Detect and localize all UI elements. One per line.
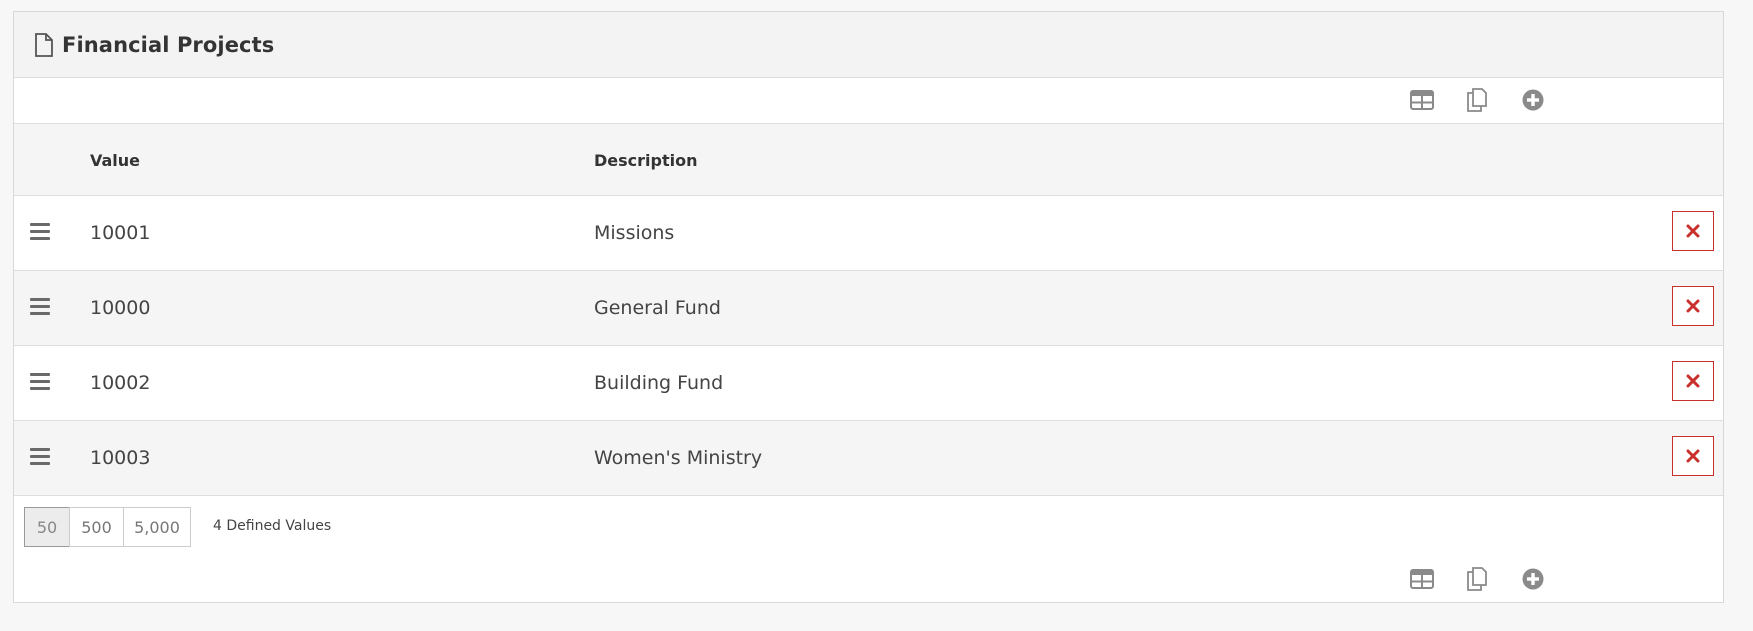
column-header-value: Value bbox=[90, 151, 141, 170]
close-icon bbox=[1686, 224, 1700, 238]
page-size-50[interactable]: 50 bbox=[24, 507, 70, 547]
table-row: 10002 Building Fund bbox=[14, 346, 1723, 421]
value-cell: 10002 bbox=[90, 372, 151, 394]
delete-button[interactable] bbox=[1672, 361, 1714, 401]
delete-button[interactable] bbox=[1672, 286, 1714, 326]
add-circle-icon[interactable] bbox=[1520, 87, 1546, 113]
document-icon bbox=[34, 32, 54, 57]
value-cell: 10000 bbox=[90, 297, 151, 319]
table-row: 10003 Women's Ministry bbox=[14, 421, 1723, 496]
drag-handle-icon[interactable] bbox=[30, 448, 50, 466]
close-icon bbox=[1686, 299, 1700, 313]
description-cell: Missions bbox=[594, 222, 675, 244]
description-cell: General Fund bbox=[594, 297, 721, 319]
grid-export-icon[interactable] bbox=[1409, 87, 1435, 113]
description-cell: Women's Ministry bbox=[594, 447, 763, 469]
defined-values-panel: Financial Projects Value Description 100… bbox=[13, 11, 1724, 603]
table-row: 10001 Missions bbox=[14, 196, 1723, 271]
close-icon bbox=[1686, 374, 1700, 388]
value-cell: 10001 bbox=[90, 222, 151, 244]
drag-handle-icon[interactable] bbox=[30, 298, 50, 316]
page-size-selector: 50 500 5,000 bbox=[24, 507, 191, 547]
panel-heading: Financial Projects bbox=[14, 12, 1723, 78]
top-toolbar bbox=[14, 78, 1723, 124]
drag-handle-icon[interactable] bbox=[30, 373, 50, 391]
value-cell: 10003 bbox=[90, 447, 151, 469]
table-header: Value Description bbox=[14, 124, 1723, 196]
copy-icon[interactable] bbox=[1464, 87, 1490, 113]
delete-button[interactable] bbox=[1672, 211, 1714, 251]
panel-title: Financial Projects bbox=[62, 32, 275, 57]
grid-export-icon[interactable] bbox=[1409, 566, 1435, 592]
add-circle-icon[interactable] bbox=[1520, 566, 1546, 592]
table-row: 10000 General Fund bbox=[14, 271, 1723, 346]
delete-button[interactable] bbox=[1672, 436, 1714, 476]
record-count: 4 Defined Values bbox=[213, 518, 332, 534]
description-cell: Building Fund bbox=[594, 372, 724, 394]
close-icon bbox=[1686, 449, 1700, 463]
table-footer: 50 500 5,000 4 Defined Values bbox=[14, 496, 1723, 604]
page-size-5000[interactable]: 5,000 bbox=[123, 507, 191, 547]
page-size-500[interactable]: 500 bbox=[69, 507, 124, 547]
copy-icon[interactable] bbox=[1464, 566, 1490, 592]
drag-handle-icon[interactable] bbox=[30, 223, 50, 241]
column-header-description: Description bbox=[594, 151, 698, 170]
